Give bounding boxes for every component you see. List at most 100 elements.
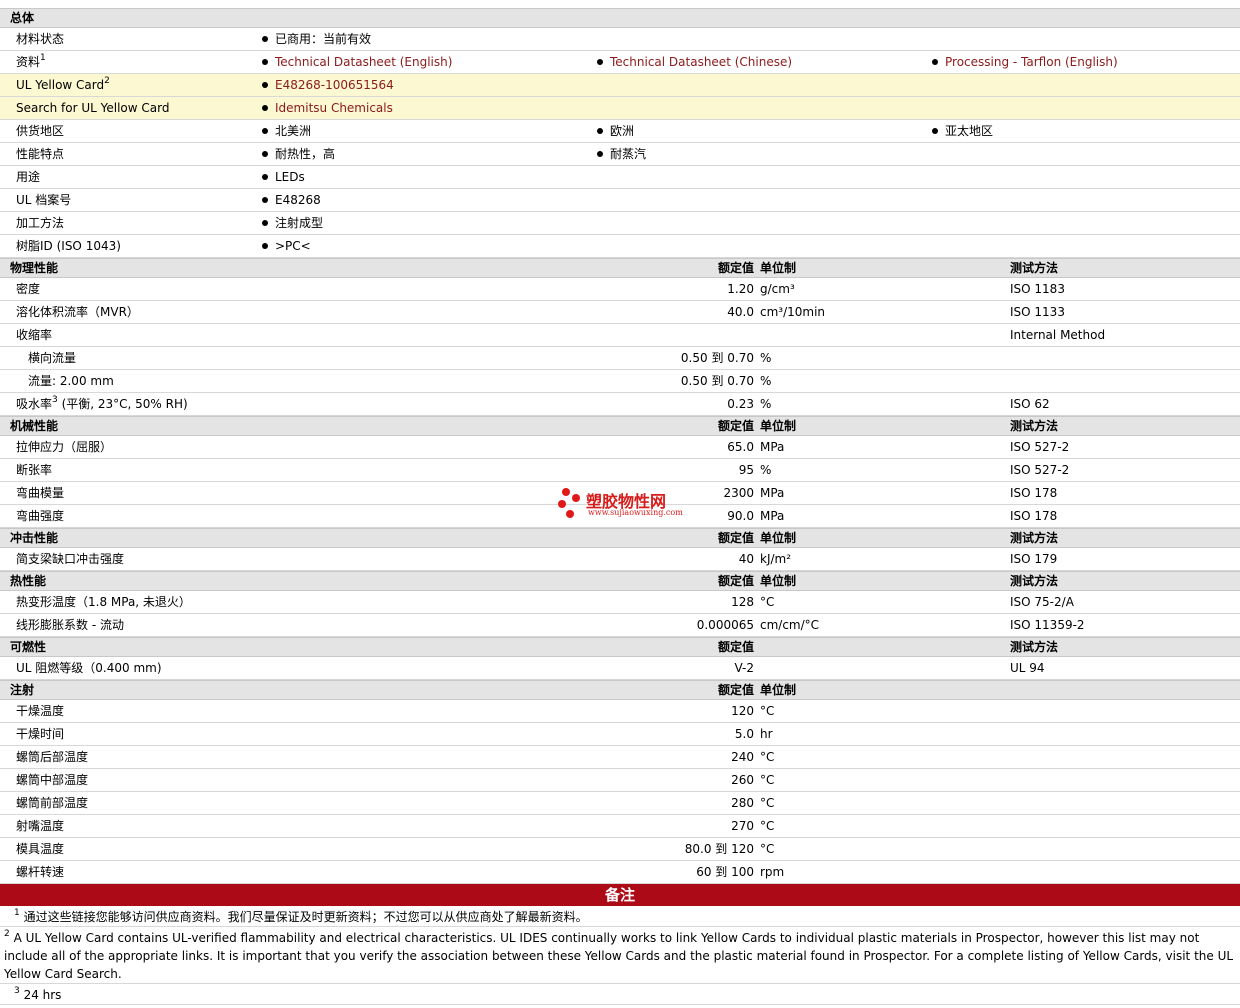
bullet-icon <box>262 219 268 226</box>
bullet-icon <box>262 127 268 134</box>
test-method: ISO 527-2 <box>1010 440 1070 454</box>
bullet-icon <box>597 58 603 65</box>
row-label-text: 用途 <box>16 170 41 184</box>
nominal-value: 2300 <box>723 486 754 500</box>
row-label: 断张率 <box>16 459 52 481</box>
bullet-item[interactable]: Technical Datasheet (English) <box>262 51 452 73</box>
row-label: 溶化体积流率（MVR） <box>16 301 139 323</box>
test-method: ISO 527-2 <box>1010 463 1070 477</box>
bullet-item[interactable]: Technical Datasheet (Chinese) <box>597 51 792 73</box>
row-label-text: 弯曲强度 <box>16 509 65 523</box>
bullet-item: 已商用：当前有效 <box>262 28 371 50</box>
bullet-item: 耐热性，高 <box>262 143 335 165</box>
bullet-icon <box>932 127 938 134</box>
table-row: 流量: 2.00 mm 0.50 到 0.70% <box>0 370 1240 393</box>
row-label-text: 螺筒前部温度 <box>16 796 89 810</box>
nominal-value: 240 <box>731 750 754 764</box>
row-label: UL 阻燃等级（0.400 mm) <box>16 657 162 679</box>
footnote: 2 A UL Yellow Card contains UL-verified … <box>0 927 1240 984</box>
table-row: 热变形温度（1.8 MPa, 未退火） 128 °C ISO 75-2/A <box>0 591 1240 614</box>
row-label: 射嘴温度 <box>16 815 64 837</box>
test-method: ISO 75-2/A <box>1010 595 1074 609</box>
nominal-value: 0.50 到 0.70 <box>680 351 754 365</box>
table-row: 螺筒后部温度 240 °C <box>0 746 1240 769</box>
test-method: ISO 11359-2 <box>1010 618 1085 632</box>
row-label: 供货地区 <box>16 120 64 142</box>
footnote-number: 1 <box>14 908 20 918</box>
supplier-link[interactable]: Idemitsu Chemicals <box>275 101 393 115</box>
table-row: 资料1 Technical Datasheet (English) Technica… <box>0 51 1240 74</box>
bullet-icon <box>597 127 603 134</box>
section-title: 机械性能 <box>10 419 59 433</box>
section-header: 可燃性 额定值 测试方法 <box>0 637 1240 657</box>
nominal-value: 40 <box>738 552 754 566</box>
row-label-text: 加工方法 <box>16 216 65 230</box>
bullet-text: 欧洲 <box>610 124 635 138</box>
bullet-icon <box>262 242 268 249</box>
table-row: 简支梁缺口冲击强度 40 kJ/m² ISO 179 <box>0 548 1240 571</box>
row-label-text: 干燥温度 <box>16 704 65 718</box>
table-row: 螺杆转速 60 到 100 rpm <box>0 861 1240 884</box>
header-method: 测试方法 <box>1010 640 1059 654</box>
row-label: 模具温度 <box>16 838 64 860</box>
row-label: 收缩率 <box>16 324 52 346</box>
header-nominal: 额定值 <box>717 683 754 697</box>
unit: g/cm³ <box>760 282 795 296</box>
header-nominal: 额定值 <box>717 419 754 433</box>
supplier-link[interactable]: Technical Datasheet (English) <box>275 55 452 69</box>
row-label: 螺筒中部温度 <box>16 769 88 791</box>
bullet-item: E48268 <box>262 189 321 211</box>
bullet-item: 欧洲 <box>597 120 634 142</box>
table-row: Search for UL Yellow Card Idemitsu Chemic… <box>0 97 1240 120</box>
row-label-text: 螺杆转速 <box>16 865 65 879</box>
bullet-item: LEDs <box>262 166 305 188</box>
row-label: 简支梁缺口冲击强度 <box>16 548 124 570</box>
supplier-link[interactable]: E48268-100651564 <box>275 78 394 92</box>
row-label-text: UL 档案号 <box>16 193 72 207</box>
header-unit: 单位制 <box>760 574 797 588</box>
header-method: 测试方法 <box>1010 531 1059 545</box>
bullet-text: E48268 <box>275 193 321 207</box>
section-title: 注射 <box>10 683 35 697</box>
section-title: 总体 <box>10 11 35 25</box>
bullet-icon <box>262 173 268 180</box>
table-row: 断张率 95% ISO 527-2 <box>0 459 1240 482</box>
bullet-item: 北美洲 <box>262 120 311 142</box>
footnote-text: 24 hrs <box>23 988 62 1002</box>
table-row: 树脂ID (ISO 1043) >PC< <box>0 235 1240 258</box>
notes-header: 备注 <box>0 884 1240 906</box>
bullet-text: 耐热性，高 <box>275 147 336 161</box>
bullet-item[interactable]: Idemitsu Chemicals <box>262 97 393 119</box>
row-label: UL Yellow Card2 <box>16 74 110 96</box>
bullet-text: 注射成型 <box>275 216 324 230</box>
nominal-value: 95 <box>738 463 754 477</box>
nominal-value: 5.0 <box>734 727 754 741</box>
row-label-text: 拉伸应力（屈服） <box>16 440 113 454</box>
row-label: 性能特点 <box>16 143 64 165</box>
section-header: 机械性能 额定值 单位制 测试方法 <box>0 416 1240 436</box>
footnote-text: 通过这些链接您能够访问供应商资料。我们尽量保证及时更新资料；不过您可以从供应商处… <box>23 910 588 924</box>
table-row: 射嘴温度 270 °C <box>0 815 1240 838</box>
row-label-text: 供货地区 <box>16 124 65 138</box>
footnote-number: 2 <box>4 929 10 939</box>
supplier-link[interactable]: Processing - Tarflon (English) <box>945 55 1118 69</box>
footnote: 1 通过这些链接您能够访问供应商资料。我们尽量保证及时更新资料；不过您可以从供应… <box>0 906 1240 927</box>
row-label-text: 流量: 2.00 mm <box>28 374 114 388</box>
bullet-text: 耐蒸汽 <box>610 147 647 161</box>
bullet-item: 注射成型 <box>262 212 323 234</box>
row-label: UL 档案号 <box>16 189 71 211</box>
bullet-item: 耐蒸汽 <box>597 143 646 165</box>
row-label: 密度 <box>16 278 40 300</box>
row-label: 用途 <box>16 166 40 188</box>
row-label-text: 资料 <box>16 55 41 69</box>
unit: % <box>760 351 772 365</box>
table-row: 性能特点 耐热性，高 耐蒸汽 <box>0 143 1240 166</box>
section-title: 热性能 <box>10 574 47 588</box>
supplier-link[interactable]: Technical Datasheet (Chinese) <box>610 55 792 69</box>
row-label-text: 热变形温度（1.8 MPa, 未退火） <box>16 595 191 609</box>
row-label: 树脂ID (ISO 1043) <box>16 235 121 257</box>
bullet-item[interactable]: E48268-100651564 <box>262 74 394 96</box>
row-label-text: 收缩率 <box>16 328 53 342</box>
row-label: 线形膨胀系数 - 流动 <box>16 614 124 636</box>
bullet-item[interactable]: Processing - Tarflon (English) <box>932 51 1118 73</box>
